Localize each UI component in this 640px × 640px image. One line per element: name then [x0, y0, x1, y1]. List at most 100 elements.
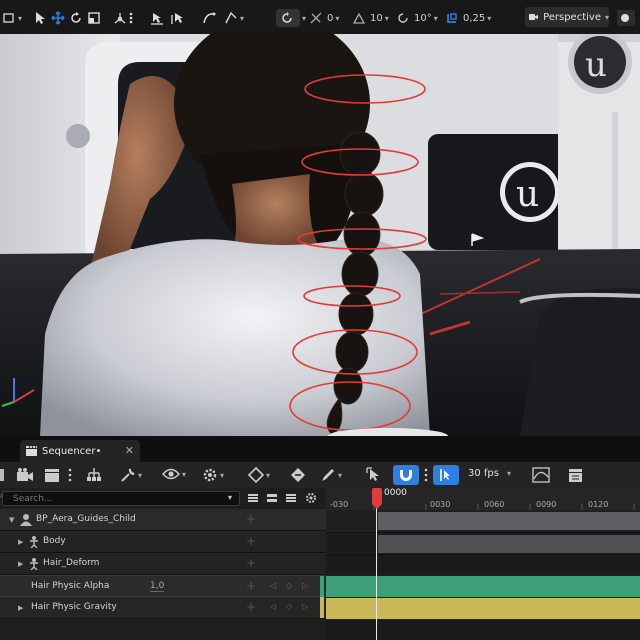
timeline-row [326, 620, 640, 640]
camera-icon [529, 13, 539, 21]
realtime-toggle-button[interactable]: ▾ [276, 9, 306, 27]
view-options-button[interactable]: ▾ [162, 467, 186, 481]
expand-arrow-icon[interactable]: ▶ [18, 538, 23, 546]
wrench-icon [121, 468, 135, 482]
track-value-field[interactable]: 1,0 [150, 581, 165, 592]
lit-mode-icon [617, 10, 635, 26]
add-key-diamond-icon[interactable]: ◇ [286, 581, 292, 590]
svg-text:u: u [516, 174, 539, 215]
track-label: Hair Physic Gravity [31, 602, 117, 612]
search-input[interactable]: Search... [2, 491, 240, 506]
playhead-snap-button[interactable] [433, 465, 459, 485]
angle-snap-control[interactable]: 10° ▾ [396, 9, 438, 27]
grid-snap-icon [310, 12, 322, 24]
playback-options-button[interactable]: ▾ [202, 467, 224, 483]
timeline-row [326, 532, 640, 553]
chevron-down-icon: ▾ [138, 470, 143, 480]
level-viewport[interactable]: u u [0, 34, 640, 436]
key-options-button[interactable]: ▾ [248, 467, 270, 483]
snap-options-button[interactable] [424, 468, 428, 485]
vertical-dots-icon [424, 468, 428, 482]
rotation-snap-control[interactable]: 10 ▾ [352, 9, 389, 27]
next-key-icon[interactable]: ▷ [302, 581, 308, 590]
track-row-hair-deform[interactable]: ▶ Hair_Deform + [0, 553, 326, 575]
add-track-icon[interactable]: + [246, 512, 256, 526]
cursor-arrow-icon [36, 12, 45, 24]
diamond-key-icon [248, 467, 264, 483]
find-in-content-button[interactable] [16, 467, 34, 486]
snap-toggle-button[interactable] [393, 465, 419, 485]
coordinate-space-button[interactable] [113, 9, 127, 27]
actions-menu-button[interactable]: ▾ [120, 467, 142, 483]
chevron-down-icon: ▾ [302, 13, 307, 23]
position-snap-control[interactable]: 0 ▾ [309, 9, 339, 27]
sequence-hierarchy-button[interactable] [86, 467, 102, 486]
settings-gear-icon[interactable] [305, 492, 317, 504]
hair-physic-gravity-section[interactable] [326, 598, 640, 619]
expand-tracks-icon[interactable] [266, 492, 278, 504]
filter-list-icon[interactable] [247, 492, 259, 504]
tab-sequencer[interactable]: Sequencer• ✕ [20, 440, 140, 462]
previous-key-icon[interactable]: ◁ [270, 602, 276, 611]
options-menu-button[interactable] [129, 9, 133, 27]
timeline-area[interactable]: -030 0030 0060 0090 0120 0000 [326, 488, 640, 640]
expand-arrow-icon[interactable]: ▶ [18, 604, 23, 612]
tab-title: Sequencer• [42, 445, 102, 457]
body-section-bar[interactable] [378, 535, 640, 553]
sequencer-toolbar: ▾ ▾ ▾ ▾ ▾ 30 fps ▾ [0, 462, 640, 488]
add-key-icon[interactable]: + [246, 579, 256, 593]
save-icon[interactable] [0, 469, 4, 481]
render-queue-button[interactable] [568, 467, 586, 486]
track-label: Hair_Deform [43, 558, 100, 568]
binding-section-bar[interactable] [378, 512, 640, 530]
add-key-icon[interactable]: + [246, 600, 256, 614]
add-track-icon[interactable]: + [246, 556, 256, 570]
chevron-down-icon: ▾ [384, 13, 389, 23]
more-options-button[interactable] [68, 468, 72, 485]
viewport-type-dropdown[interactable]: Perspective ▾ [525, 7, 609, 27]
scale-snap-control[interactable]: 0,25 ▾ [445, 9, 491, 27]
list-view-icon[interactable] [285, 492, 297, 504]
chevron-down-icon: ▾ [18, 13, 23, 23]
render-movie-button[interactable] [44, 467, 60, 486]
playhead-handle[interactable] [372, 488, 382, 504]
track-label: Body [43, 536, 66, 546]
track-row-binding[interactable]: ▼ BP_Aera_Guides_Child + [0, 509, 326, 531]
next-key-icon[interactable]: ▷ [302, 602, 308, 611]
curve-graph-icon [532, 467, 550, 483]
sequencer-tab-bar: Sequencer• ✕ [0, 436, 640, 462]
track-color-strip [320, 597, 324, 618]
add-key-diamond-icon[interactable]: ◇ [286, 602, 292, 611]
timeline-row [326, 554, 640, 575]
add-track-icon[interactable]: + [246, 534, 256, 548]
select-mode-button[interactable] [34, 9, 46, 27]
view-mode-button[interactable] [617, 9, 635, 27]
rotate-icon [71, 12, 81, 23]
frame-rate-dropdown[interactable]: 30 fps ▾ [468, 468, 511, 479]
vertical-dots-icon [129, 12, 133, 24]
expand-arrow-icon[interactable]: ▶ [18, 560, 23, 568]
spline-tool-button[interactable] [202, 9, 216, 27]
track-row-hair-physic-gravity[interactable]: ▶ Hair Physic Gravity + ◁ ◇ ▷ [0, 597, 326, 619]
surface-snap-button[interactable] [150, 9, 164, 27]
collapse-arrow-icon[interactable]: ▼ [9, 516, 14, 524]
snap-playhead-icon [440, 469, 450, 481]
auto-key-button[interactable] [290, 467, 306, 486]
snapping-menu-button[interactable]: ▾ [224, 9, 244, 27]
track-row-body[interactable]: ▶ Body + [0, 531, 326, 553]
curve-editor-button[interactable] [532, 467, 550, 486]
hair-physic-alpha-section[interactable] [326, 576, 640, 597]
close-icon[interactable]: ✕ [125, 444, 134, 457]
viewport-toolbar: ▾ ▾ ▾ 0 ▾ 10 ▾ 10° ▾ 0,25 ▾ Perspective … [0, 0, 640, 35]
align-cursor-button[interactable] [171, 9, 185, 27]
transform-menu-button[interactable]: ▾ [2, 9, 22, 27]
previous-key-icon[interactable]: ◁ [270, 581, 276, 590]
select-keys-button[interactable] [366, 467, 382, 486]
edit-mode-button[interactable]: ▾ [320, 467, 342, 483]
track-row-hair-physic-alpha[interactable]: Hair Physic Alpha 1,0 + ◁ ◇ ▷ [0, 575, 326, 597]
track-outliner: ⌕ Search... ▾ ▼ BP_Aera_Guides_Child + ▶… [0, 488, 326, 640]
scale-mode-button[interactable] [87, 9, 101, 27]
chevron-down-icon[interactable]: ▾ [228, 493, 232, 502]
translate-mode-button[interactable] [51, 9, 65, 27]
rotate-mode-button[interactable] [69, 9, 83, 27]
